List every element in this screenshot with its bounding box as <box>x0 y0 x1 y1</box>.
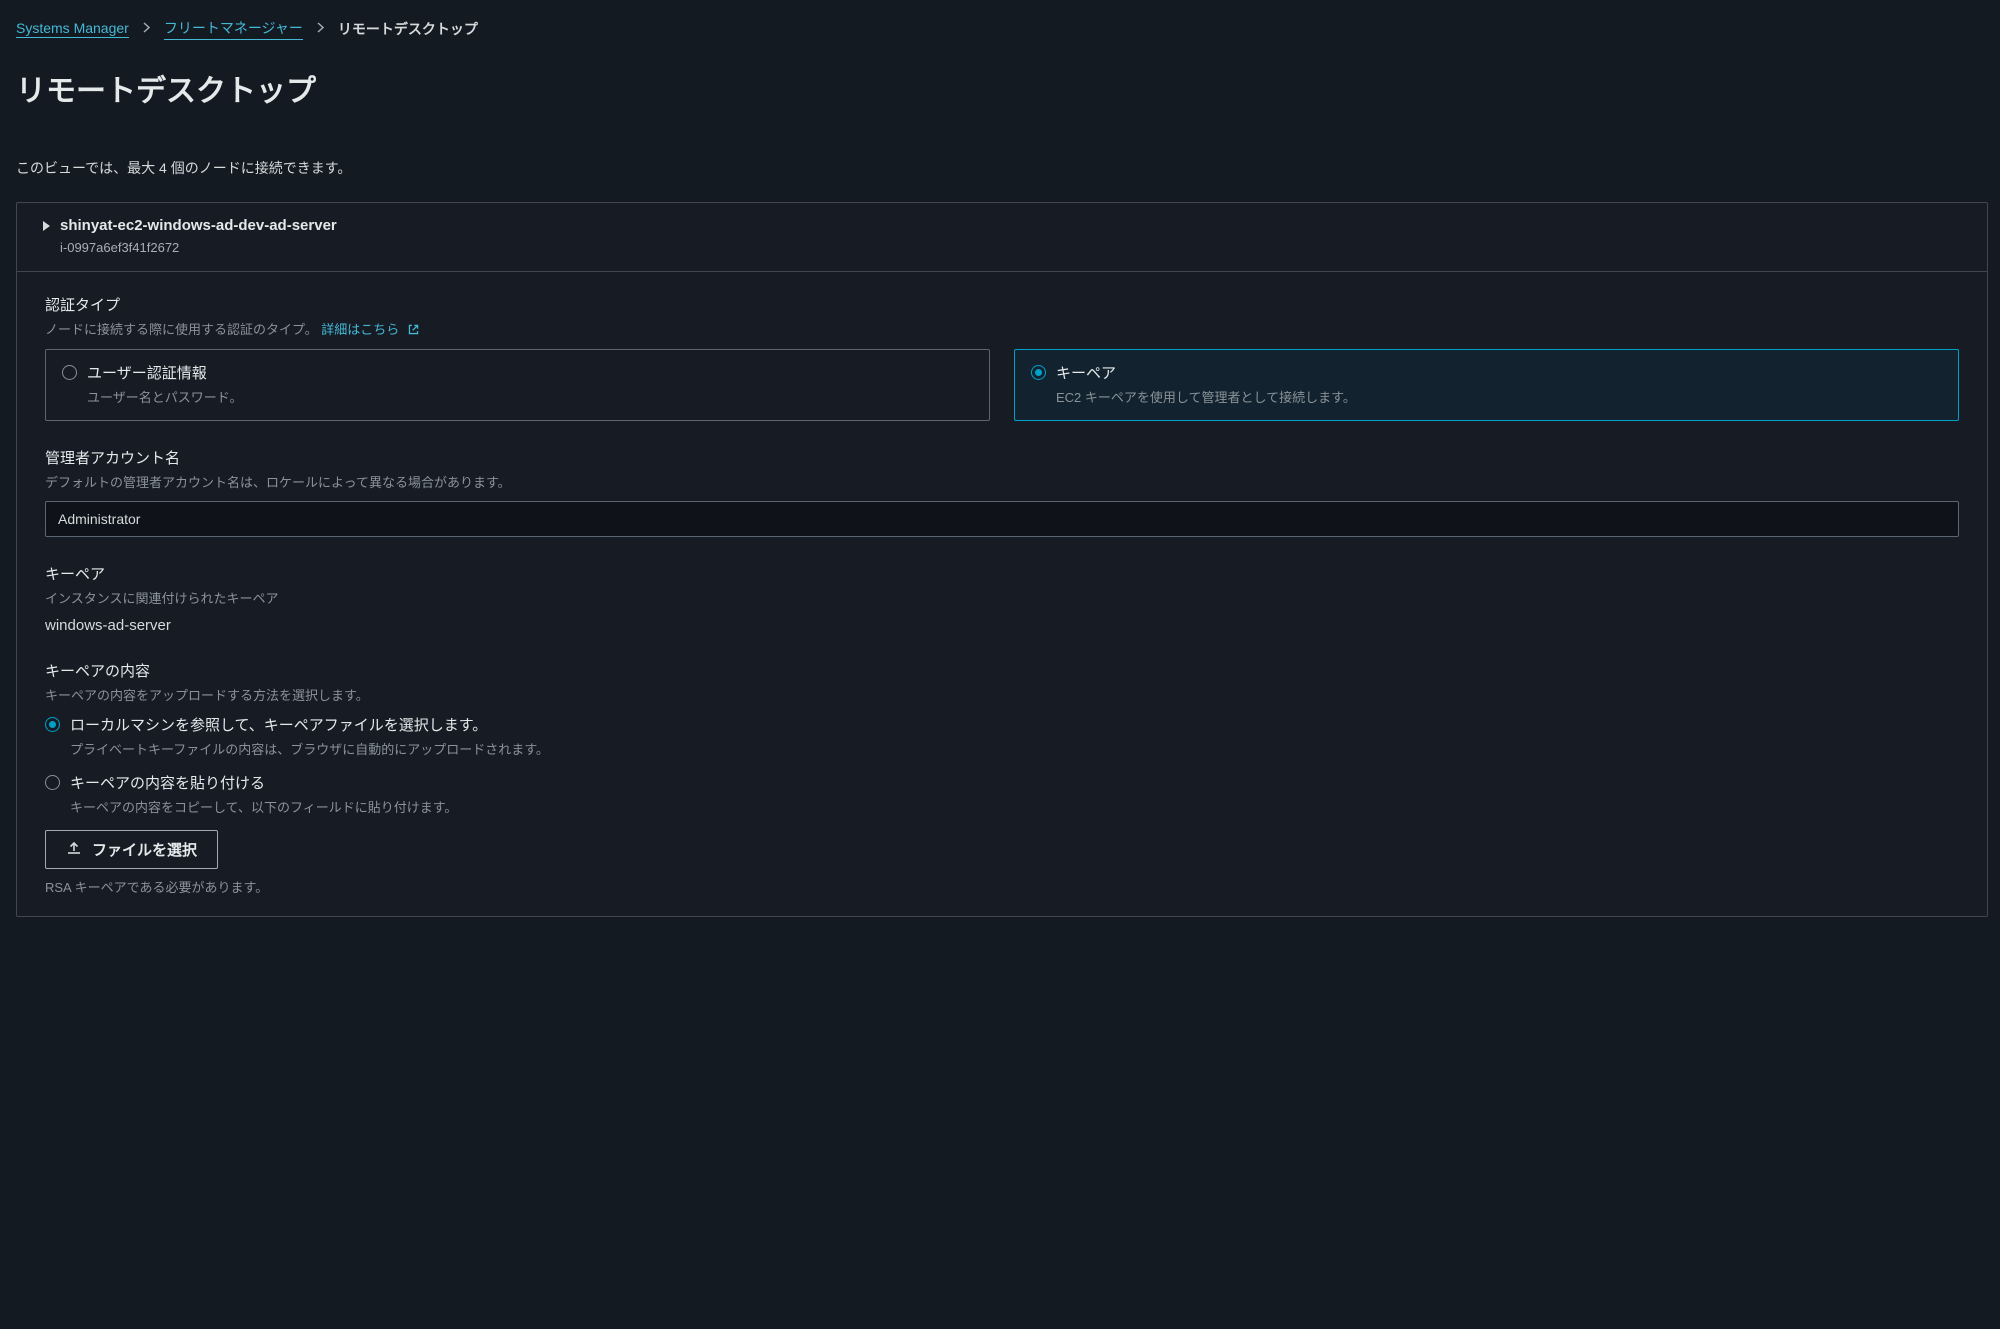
radio-item-title: ローカルマシンを参照して、キーペアファイルを選択します。 <box>70 714 487 735</box>
external-link-icon <box>407 323 420 339</box>
auth-option-key-pair[interactable]: キーペア EC2 キーペアを使用して管理者として接続します。 <box>1014 349 1959 421</box>
choose-file-button[interactable]: ファイルを選択 <box>45 830 218 869</box>
learn-more-link[interactable]: 詳細はこちら <box>321 322 420 337</box>
breadcrumb-current: リモートデスクトップ <box>338 19 478 39</box>
admin-account-help: デフォルトの管理者アカウント名は、ロケールによって異なる場合があります。 <box>45 472 1959 491</box>
admin-account-label: 管理者アカウント名 <box>45 447 1959 468</box>
breadcrumb-sep-icon <box>143 22 150 36</box>
keypair-label: キーペア <box>45 563 1959 584</box>
view-note: このビューでは、最大 4 個のノードに接続できます。 <box>12 158 1988 178</box>
keypair-value: windows-ad-server <box>45 617 1959 634</box>
keypair-help: インスタンスに関連付けられたキーペア <box>45 588 1959 607</box>
auth-option-user-credentials[interactable]: ユーザー認証情報 ユーザー名とパスワード。 <box>45 349 990 421</box>
radio-item-title: キーペアの内容を貼り付ける <box>70 772 265 793</box>
keypair-method-paste[interactable]: キーペアの内容を貼り付ける <box>45 772 1959 793</box>
tile-desc: EC2 キーペアを使用して管理者として接続します。 <box>1056 387 1942 406</box>
admin-account-input[interactable] <box>45 501 1959 537</box>
upload-icon <box>66 840 82 860</box>
tile-desc: ユーザー名とパスワード。 <box>87 387 973 406</box>
radio-icon <box>45 717 60 732</box>
tile-title: キーペア <box>1056 362 1116 383</box>
breadcrumb-sep-icon <box>317 22 324 36</box>
radio-icon <box>62 365 77 380</box>
radio-icon <box>45 775 60 790</box>
breadcrumb-link-fleet-manager[interactable]: フリートマネージャー <box>164 18 303 40</box>
node-id: i-0997a6ef3f41f2672 <box>60 240 1967 255</box>
auth-type-label: 認証タイプ <box>45 294 1959 315</box>
radio-item-desc: プライベートキーファイルの内容は、ブラウザに自動的にアップロードされます。 <box>70 739 1959 758</box>
keypair-method-browse[interactable]: ローカルマシンを参照して、キーペアファイルを選択します。 <box>45 714 1959 735</box>
node-name: shinyat-ec2-windows-ad-dev-ad-server <box>60 217 337 234</box>
expand-toggle-icon[interactable] <box>43 221 50 231</box>
node-panel: shinyat-ec2-windows-ad-dev-ad-server i-0… <box>16 202 1988 917</box>
breadcrumb-link-systems-manager[interactable]: Systems Manager <box>16 20 129 38</box>
choose-file-label: ファイルを選択 <box>92 839 197 860</box>
panel-header: shinyat-ec2-windows-ad-dev-ad-server i-0… <box>17 203 1987 272</box>
keypair-group: キーペア インスタンスに関連付けられたキーペア windows-ad-serve… <box>45 563 1959 634</box>
file-hint: RSA キーペアである必要があります。 <box>45 877 1959 896</box>
breadcrumb: Systems Manager フリートマネージャー リモートデスクトップ <box>12 18 1988 40</box>
keypair-content-help: キーペアの内容をアップロードする方法を選択します。 <box>45 685 1959 704</box>
admin-account-group: 管理者アカウント名 デフォルトの管理者アカウント名は、ロケールによって異なる場合… <box>45 447 1959 537</box>
auth-type-help: ノードに接続する際に使用する認証のタイプ。 詳細はこちら <box>45 319 1959 339</box>
auth-type-group: 認証タイプ ノードに接続する際に使用する認証のタイプ。 詳細はこちら <box>45 294 1959 421</box>
tile-title: ユーザー認証情報 <box>87 362 207 383</box>
keypair-content-group: キーペアの内容 キーペアの内容をアップロードする方法を選択します。 ローカルマシ… <box>45 660 1959 816</box>
radio-item-desc: キーペアの内容をコピーして、以下のフィールドに貼り付けます。 <box>70 797 1959 816</box>
keypair-content-label: キーペアの内容 <box>45 660 1959 681</box>
radio-icon <box>1031 365 1046 380</box>
page-title: リモートデスクトップ <box>12 66 1988 110</box>
